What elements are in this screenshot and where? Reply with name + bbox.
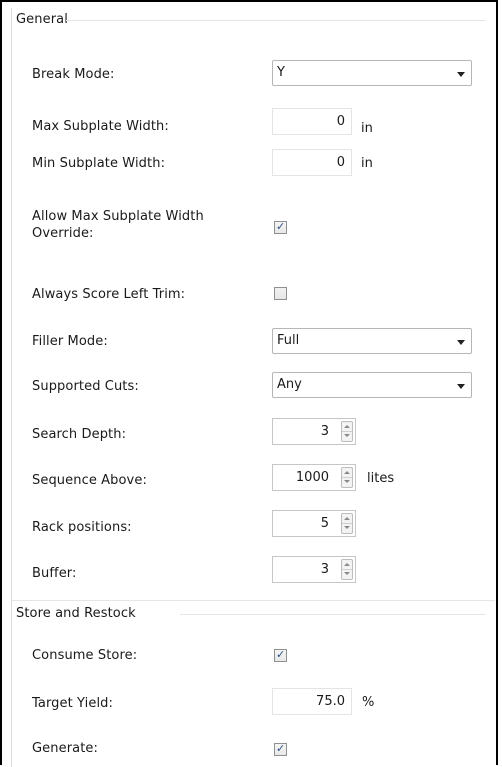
sequence-above-label: Sequence Above: (32, 473, 147, 488)
allow-max-override-checkbox[interactable]: ✓ (274, 220, 287, 234)
max-subplate-width-unit: in (361, 121, 373, 136)
always-score-left-trim-checkbox[interactable] (274, 287, 287, 300)
buffer-value: 3 (320, 562, 329, 577)
max-subplate-width-label: Max Subplate Width: (32, 119, 169, 134)
section-divider (66, 20, 486, 21)
generate-label: Generate: (32, 741, 98, 756)
break-mode-value: Y (277, 65, 285, 80)
chevron-down-icon (457, 72, 465, 77)
buffer-stepper[interactable]: 3 (272, 556, 356, 583)
spin-up-icon[interactable] (342, 422, 352, 432)
allow-max-override-label-line1: Allow Max Subplate Width (32, 209, 204, 224)
supported-cuts-select[interactable]: Any (272, 372, 472, 398)
search-depth-stepper[interactable]: 3 (272, 418, 356, 445)
spin-down-icon[interactable] (342, 432, 352, 441)
allow-max-override-label-line2: Override: (32, 226, 94, 241)
filler-mode-label: Filler Mode: (32, 334, 108, 349)
sequence-above-value: 1000 (295, 470, 329, 485)
rack-positions-stepper[interactable]: 5 (272, 510, 356, 537)
section-store-title: Store and Restock (16, 606, 136, 621)
chevron-down-icon (457, 340, 465, 345)
checkmark-icon: ✓ (276, 648, 286, 661)
settings-panel: General Break Mode: Y Max Subplate Width… (0, 0, 498, 767)
max-subplate-width-input[interactable]: 0 (272, 108, 352, 135)
supported-cuts-label: Supported Cuts: (32, 379, 139, 394)
sequence-above-unit: lites (367, 471, 395, 486)
generate-checkbox[interactable]: ✓ (274, 742, 287, 756)
spin-down-icon[interactable] (342, 478, 352, 487)
rack-positions-value: 5 (320, 516, 329, 531)
spin-up-icon[interactable] (342, 514, 352, 524)
target-yield-label: Target Yield: (32, 696, 113, 711)
consume-store-label: Consume Store: (32, 648, 138, 663)
min-subplate-width-unit: in (361, 156, 373, 171)
break-mode-label: Break Mode: (32, 67, 115, 82)
supported-cuts-value: Any (277, 377, 302, 392)
spin-up-icon[interactable] (342, 468, 352, 478)
buffer-label: Buffer: (32, 566, 77, 581)
target-yield-value: 75.0 (316, 694, 345, 709)
search-depth-value: 3 (320, 424, 329, 439)
search-depth-label: Search Depth: (32, 427, 127, 442)
section-divider (11, 600, 495, 601)
rack-positions-label: Rack positions: (32, 520, 132, 535)
break-mode-select[interactable]: Y (272, 60, 472, 86)
target-yield-unit: % (362, 695, 375, 710)
min-subplate-width-value: 0 (336, 155, 345, 170)
always-score-left-trim-label: Always Score Left Trim: (32, 287, 186, 302)
spin-up-icon[interactable] (342, 560, 352, 570)
spin-buttons (341, 467, 353, 488)
section-divider (180, 614, 486, 615)
spin-buttons (341, 559, 353, 580)
filler-mode-value: Full (277, 333, 300, 348)
min-subplate-width-input[interactable]: 0 (272, 149, 352, 176)
max-subplate-width-value: 0 (336, 114, 345, 129)
section-general-title: General (16, 12, 68, 27)
min-subplate-width-label: Min Subplate Width: (32, 156, 166, 171)
consume-store-checkbox[interactable]: ✓ (274, 648, 287, 662)
spin-down-icon[interactable] (342, 570, 352, 579)
spin-buttons (341, 421, 353, 442)
checkmark-icon: ✓ (276, 742, 286, 755)
sequence-above-stepper[interactable]: 1000 (272, 464, 356, 491)
filler-mode-select[interactable]: Full (272, 328, 472, 354)
target-yield-input[interactable]: 75.0 (272, 688, 352, 715)
checkmark-icon: ✓ (276, 220, 286, 233)
chevron-down-icon (457, 384, 465, 389)
spin-buttons (341, 513, 353, 534)
spin-down-icon[interactable] (342, 524, 352, 533)
